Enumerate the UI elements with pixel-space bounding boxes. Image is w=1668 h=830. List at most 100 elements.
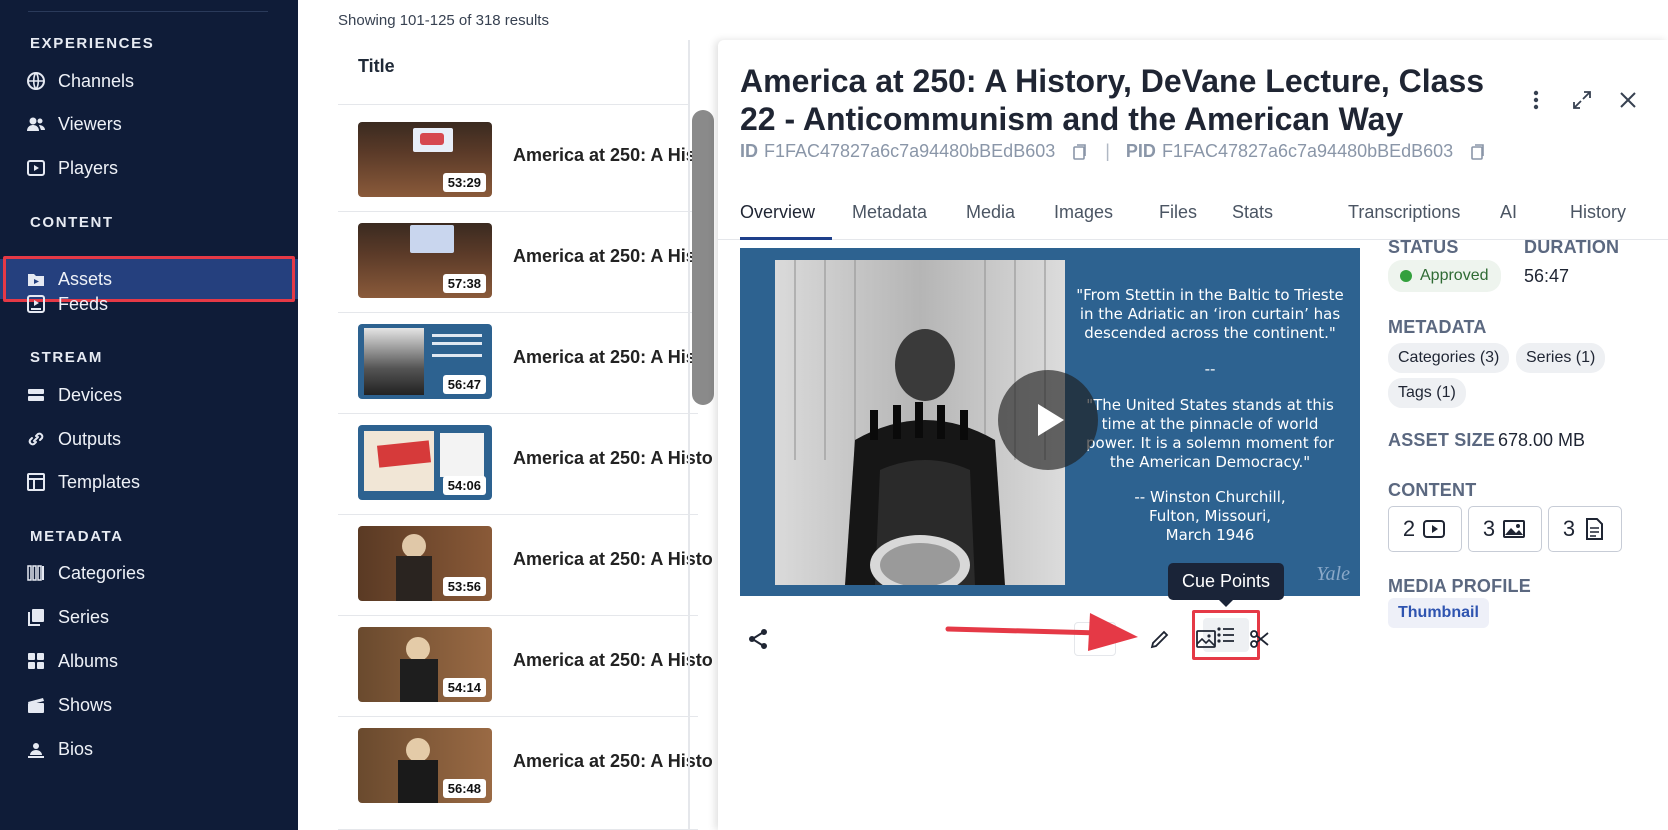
sidebar-item-bios[interactable]: Bios [0, 729, 298, 769]
albums-icon [26, 651, 46, 671]
sidebar-item-label: Channels [58, 70, 135, 91]
share-button[interactable] [746, 613, 770, 665]
sidebar-item-series[interactable]: Series [0, 597, 298, 637]
content-label: CONTENT [1388, 480, 1477, 500]
devices-icon [26, 385, 46, 405]
sidebar-item-viewers[interactable]: Viewers [0, 104, 298, 144]
table-row[interactable]: 54:14 America at 250: A History [338, 610, 713, 717]
duration-badge: 54:14 [442, 678, 486, 697]
sidebar-divider [28, 11, 268, 12]
asset-thumbnail: 53:29 [358, 122, 492, 197]
metadata-chip-categories[interactable]: Categories (3) [1388, 343, 1510, 373]
play-button[interactable] [998, 370, 1098, 470]
sidebar-item-albums[interactable]: Albums [0, 641, 298, 681]
sidebar-item-devices[interactable]: Devices [0, 375, 298, 415]
tab-stats[interactable]: Stats [1232, 190, 1273, 240]
column-header-title[interactable]: Title [358, 56, 395, 77]
link-icon [26, 429, 46, 449]
tab-images[interactable]: Images [1054, 190, 1113, 240]
asset-thumbnail: 57:38 [358, 223, 492, 298]
more-vertical-icon[interactable] [1524, 88, 1548, 112]
content-videos-button[interactable]: 2 [1388, 506, 1462, 552]
duration-badge: 56:48 [442, 779, 486, 798]
section-title-stream: STREAM [30, 349, 103, 366]
sidebar-item-templates[interactable]: Templates [0, 462, 298, 502]
section-title-content: CONTENT [30, 214, 114, 231]
copy-id-icon[interactable] [1071, 143, 1089, 161]
categories-icon [26, 563, 46, 583]
globe-icon [26, 71, 46, 91]
metadata-chip-tags[interactable]: Tags (1) [1388, 378, 1466, 408]
table-row[interactable]: 56:47 America at 250: A History [338, 307, 713, 414]
sidebar-item-label: Albums [58, 650, 119, 671]
yale-watermark: Yale [1316, 563, 1350, 585]
tab-history[interactable]: History [1570, 190, 1626, 240]
status-dot [1400, 270, 1412, 282]
list-scrollbar[interactable] [692, 110, 714, 405]
table-row[interactable]: 54:06 America at 250: A History [338, 408, 713, 515]
id-label: ID [740, 141, 758, 161]
tab-ai[interactable]: AI [1500, 190, 1517, 240]
quote-dashes: -- [1204, 360, 1216, 378]
sidebar-item-outputs[interactable]: Outputs [0, 419, 298, 459]
copy-pid-icon[interactable] [1469, 143, 1487, 161]
metadata-label: METADATA [1388, 317, 1487, 337]
table-row[interactable]: 53:56 America at 250: A History [338, 509, 713, 616]
close-icon[interactable] [1616, 88, 1640, 112]
asset-thumbnail: 54:14 [358, 627, 492, 702]
tab-transcriptions[interactable]: Transcriptions [1348, 190, 1460, 240]
sidebar-item-shows[interactable]: Shows [0, 685, 298, 725]
tab-metadata[interactable]: Metadata [852, 190, 927, 240]
quote-attribution-2: Fulton, Missouri, [1148, 507, 1272, 525]
quote-1: "From Stettin in the Baltic to Trieste i… [1076, 286, 1344, 342]
sidebar-item-label: Series [58, 606, 110, 627]
id-separator: | [1105, 141, 1110, 161]
quote-2: "The United States stands at this time a… [1086, 396, 1334, 471]
toolbar-hidden-button[interactable] [1074, 613, 1116, 665]
video-file-icon [1423, 520, 1446, 538]
row-title: America at 250: A History [513, 347, 713, 367]
status-badge: Approved [1388, 260, 1501, 292]
row-title: America at 250: A History [513, 246, 713, 266]
duration-badge: 54:06 [442, 476, 486, 495]
edit-icon [1150, 630, 1169, 649]
clip-button[interactable] [1248, 613, 1272, 665]
bio-icon [26, 739, 46, 759]
row-title: America at 250: A History [513, 650, 713, 670]
results-count: Showing 101-125 of 318 results [338, 12, 549, 29]
quote-attribution-3: March 1946 [1165, 526, 1255, 544]
table-row[interactable]: 57:38 America at 250: A History [338, 206, 713, 313]
duration-badge: 53:56 [442, 577, 486, 596]
sidebar-item-feeds[interactable]: Feeds [0, 284, 298, 324]
table-row[interactable]: 53:29 America at 250: A History [338, 105, 713, 212]
image-icon [1196, 630, 1216, 648]
tab-files[interactable]: Files [1159, 190, 1197, 240]
media-profile-chip[interactable]: Thumbnail [1388, 598, 1489, 628]
status-value: Approved [1420, 267, 1489, 284]
tab-overview[interactable]: Overview [740, 190, 832, 240]
video-player[interactable]: "From Stettin in the Baltic to Trieste i… [740, 248, 1360, 596]
image-button[interactable] [1194, 613, 1218, 665]
expand-icon[interactable] [1570, 88, 1594, 112]
status-label: STATUS [1388, 237, 1459, 257]
content-files-button[interactable]: 3 [1548, 506, 1622, 552]
table-row[interactable]: 56:48 America at 250: A History [338, 711, 713, 830]
content-images-button[interactable]: 3 [1468, 506, 1542, 552]
sidebar-item-channels[interactable]: Channels [0, 61, 298, 101]
duration-label: DURATION [1524, 237, 1620, 257]
content-files-count: 3 [1562, 516, 1576, 541]
pid-value: F1FAC47827a6c7a94480bBEdB603 [1161, 141, 1454, 161]
row-title: America at 250: A History [513, 751, 713, 771]
metadata-chip-series[interactable]: Series (1) [1516, 343, 1606, 373]
tab-media[interactable]: Media [966, 190, 1015, 240]
row-title: America at 250: A History [513, 549, 713, 569]
feeds-icon [26, 294, 46, 314]
sidebar-item-players[interactable]: Players [0, 148, 298, 188]
asset-thumbnail: 53:56 [358, 526, 492, 601]
edit-button[interactable] [1148, 613, 1172, 665]
content-images-count: 3 [1482, 516, 1496, 541]
cue-points-tooltip: Cue Points [1168, 563, 1285, 607]
clapper-icon [26, 695, 46, 715]
sidebar-item-label: Feeds [58, 293, 109, 314]
sidebar-item-categories[interactable]: Categories [0, 553, 298, 593]
